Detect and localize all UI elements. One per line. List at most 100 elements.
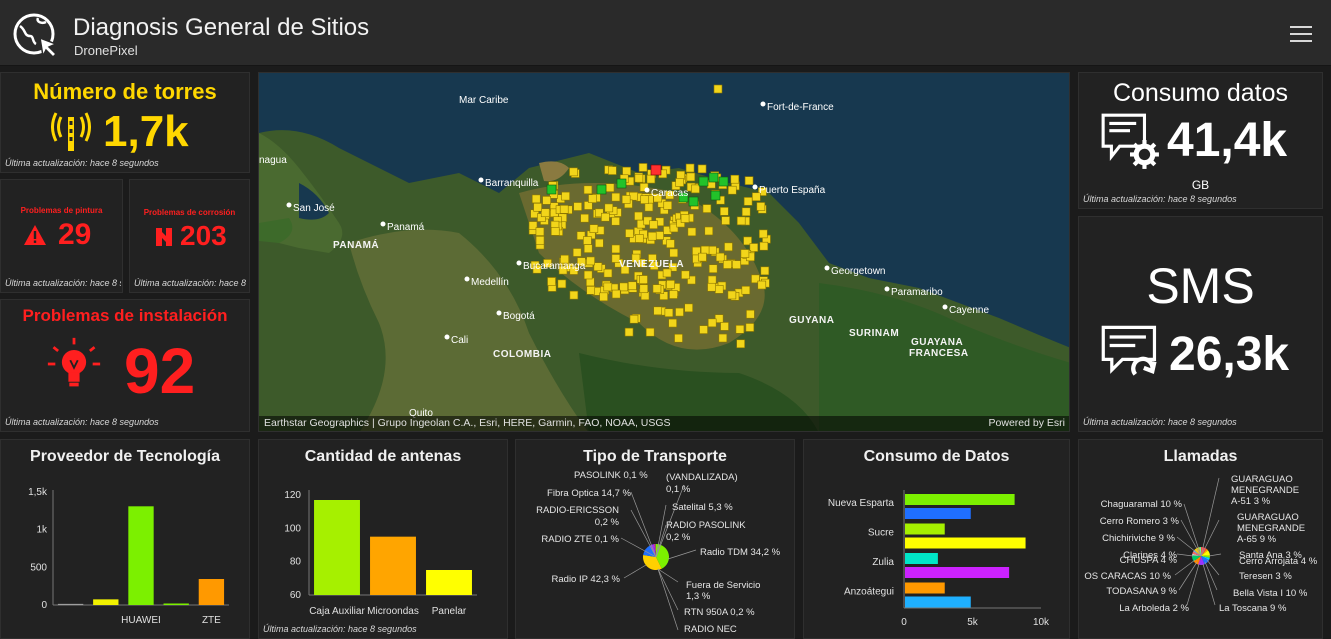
tower-marker [669, 248, 679, 258]
tower-marker [611, 289, 621, 299]
tower-marker [758, 229, 768, 239]
slice-label: GUARAGUAO [1237, 512, 1299, 523]
tower-marker [664, 308, 674, 318]
tower-marker [547, 277, 556, 286]
data-settings-icon [1101, 113, 1159, 169]
tower-marker [586, 256, 595, 266]
tower-marker [714, 285, 724, 294]
slice-label: OS CARACAS 10 % [1084, 571, 1171, 582]
slice-label: Chichiriviche 9 % [1102, 533, 1175, 544]
x-tick-label: ZTE [202, 615, 221, 626]
tower-marker-ok [546, 184, 557, 195]
sms-value: 26,3k [1169, 328, 1290, 381]
tower-marker-ok [596, 184, 607, 195]
slice-label: RADIO PASOLINK [666, 520, 746, 531]
slice-label: RADIO NEC [684, 624, 737, 635]
tower-marker [531, 194, 541, 204]
tower-marker [638, 163, 648, 172]
tower-marker [550, 227, 560, 236]
city-dot [286, 202, 292, 208]
paint-value: 29 [58, 218, 92, 251]
tower-marker [619, 282, 628, 292]
bar [314, 500, 360, 595]
tower-marker [649, 220, 658, 230]
city-label: Cayenne [949, 305, 989, 316]
tower-marker [540, 208, 550, 218]
tower-marker [611, 216, 620, 226]
tower-marker [756, 202, 766, 211]
sms-indicator: SMS 26,3k Última actualización: hace 8 s… [1078, 216, 1323, 432]
tower-marker [542, 196, 551, 205]
data-value: 41,4k [1167, 114, 1288, 167]
calls-chart: Llamadas GUARAGUAO MENEGRANDE A-51 3 % Chag… [1078, 439, 1323, 639]
tower-marker [655, 231, 664, 240]
city-dot [824, 265, 830, 271]
tower-marker [599, 292, 608, 302]
tower-marker [713, 84, 723, 94]
slice-label: Satelital 5,3 % [672, 502, 733, 513]
y-tick-label: Nueva Esparta [828, 498, 895, 509]
bar [163, 603, 189, 605]
slice-label: A-65 9 % [1237, 534, 1277, 545]
leader-line [1208, 553, 1222, 557]
tower-marker [583, 185, 593, 195]
y-tick-label: 80 [290, 557, 302, 568]
bar [370, 536, 416, 595]
city-label: Cali [451, 335, 468, 346]
tower-marker [625, 228, 634, 238]
city-label: Paramaribo [891, 287, 943, 298]
tower-marker-ok [710, 190, 721, 201]
hamburger-menu-icon[interactable] [1290, 26, 1312, 44]
tower-marker [611, 244, 621, 254]
bar [905, 582, 945, 594]
tower-marker [708, 264, 718, 274]
country-label: SURINAM [849, 328, 899, 339]
y-tick-label: 120 [284, 490, 301, 501]
city-label: Fort-de-France [767, 102, 834, 113]
country-label: PANAMÁ [333, 238, 379, 251]
towers-title: Número de torres [33, 79, 217, 104]
tower-marker [652, 284, 662, 293]
tower-marker [741, 207, 751, 217]
y-tick-label: 500 [30, 562, 47, 573]
slice-label: Radio IP 42,3 % [552, 574, 621, 585]
tower-marker [735, 325, 745, 334]
powered-by-esri[interactable]: Powered by Esri [989, 416, 1065, 431]
country-label: GUYANA [789, 315, 834, 326]
leader-line [1178, 561, 1198, 591]
corrosion-stamp: Última actualización: hace 8 segundos [134, 278, 248, 288]
tower-marker [707, 275, 717, 285]
tower-marker [634, 211, 643, 221]
leader-line [1176, 553, 1194, 557]
slice-label: 0,1 % [666, 484, 691, 495]
tower-marker [674, 333, 683, 343]
map-view[interactable]: Mar Caribe Fort-de-France nagua San José Bar… [258, 72, 1070, 432]
leader-line [657, 568, 679, 631]
tower-marker [736, 216, 746, 226]
tower-marker [759, 241, 769, 251]
tower-marker [681, 270, 690, 280]
x-tick-label: Microondas [367, 606, 419, 617]
paint-stamp: Última actualización: hace 8 segundos [5, 278, 121, 288]
city-label: Puerto España [759, 185, 826, 196]
tower-marker [699, 325, 708, 334]
tower-marker [608, 166, 617, 175]
tower-marker [745, 323, 755, 332]
city-dot [478, 177, 484, 183]
city-label: Medellín [471, 277, 509, 288]
leader-line [1176, 536, 1202, 557]
city-label: nagua [259, 155, 287, 166]
x-tick-label: Panelar [432, 606, 467, 617]
tower-marker [675, 178, 684, 187]
tower-marker [580, 213, 589, 223]
data-consumption-chart: Consumo de Datos 0 5k 10k Nueva Esparta Sucr… [803, 439, 1070, 639]
map-canvas[interactable]: Mar Caribe Fort-de-France nagua San José Bar… [259, 73, 1070, 432]
tower-marker [621, 195, 631, 204]
data-title: Consumo datos [1112, 79, 1289, 107]
tower-marker [569, 290, 579, 300]
slice-label: Fuera de Servicio [686, 580, 760, 591]
tower-marker [702, 204, 712, 213]
city-dot [942, 304, 948, 310]
tower-marker [604, 203, 614, 213]
tower-marker [629, 314, 639, 324]
